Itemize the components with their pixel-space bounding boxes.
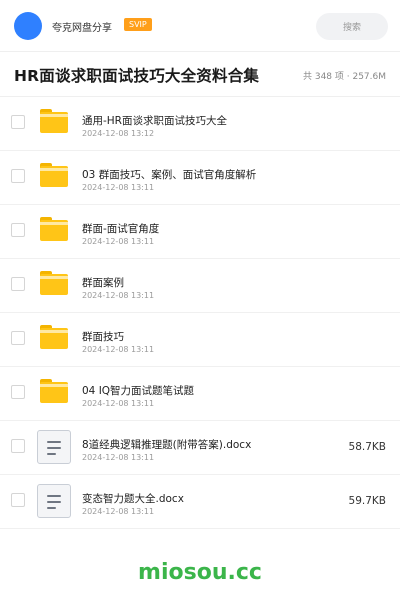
- file-name[interactable]: 通用-HR面谈求职面试技巧大全: [82, 113, 227, 128]
- file-row[interactable]: 群面-面试官角度 2024-12-08 13:11: [0, 205, 400, 259]
- file-name[interactable]: 群面-面试官角度: [82, 221, 159, 236]
- header-divider: [0, 51, 400, 52]
- folder-icon: [40, 163, 68, 187]
- watermark: miosou.cc: [138, 560, 262, 585]
- file-row[interactable]: 8道经典逻辑推理题(附带答案).docx 2024-12-08 13:11 58.7…: [0, 421, 400, 475]
- file-date: 2024-12-08 13:11: [82, 345, 155, 354]
- folder-icon: [40, 217, 68, 241]
- file-date: 2024-12-08 13:11: [82, 507, 155, 516]
- file-name[interactable]: 8道经典逻辑推理题(附带答案).docx: [82, 437, 251, 452]
- file-list: 通用-HR面谈求职面试技巧大全 2024-12-08 13:12 03 群面技巧、案…: [0, 97, 400, 529]
- file-date: 2024-12-08 13:11: [82, 291, 155, 300]
- file-name[interactable]: 群面技巧: [82, 329, 124, 344]
- row-checkbox[interactable]: [11, 223, 25, 237]
- file-date: 2024-12-08 13:11: [82, 399, 155, 408]
- file-row[interactable]: 群面技巧 2024-12-08 13:11: [0, 313, 400, 367]
- file-size: 58.7KB: [348, 441, 386, 453]
- user-name[interactable]: 夸克网盘分享: [52, 19, 112, 34]
- file-size: 59.7KB: [348, 495, 386, 507]
- folder-icon: [40, 271, 68, 295]
- folder-icon: [40, 379, 68, 403]
- row-checkbox[interactable]: [11, 493, 25, 507]
- file-row[interactable]: 通用-HR面谈求职面试技巧大全 2024-12-08 13:12: [0, 97, 400, 151]
- folder-icon: [40, 325, 68, 349]
- file-row[interactable]: 04 IQ智力面试题笔试题 2024-12-08 13:11: [0, 367, 400, 421]
- file-name[interactable]: 03 群面技巧、案例、面试官角度解析: [82, 167, 256, 182]
- top-bar: 夸克网盘分享 SVIP 搜索: [0, 0, 400, 52]
- file-name[interactable]: 04 IQ智力面试题笔试题: [82, 383, 194, 398]
- document-icon: [37, 430, 71, 464]
- search-button[interactable]: 搜索: [316, 13, 388, 40]
- svip-badge: SVIP: [124, 18, 152, 31]
- avatar[interactable]: [14, 12, 42, 40]
- share-meta: 共 348 项 · 257.6M: [302, 72, 386, 82]
- file-date: 2024-12-08 13:12: [82, 129, 155, 138]
- file-name[interactable]: 变态智力题大全.docx: [82, 491, 184, 506]
- row-checkbox[interactable]: [11, 331, 25, 345]
- row-checkbox[interactable]: [11, 385, 25, 399]
- file-name[interactable]: 群面案例: [82, 275, 124, 290]
- row-checkbox[interactable]: [11, 439, 25, 453]
- row-checkbox[interactable]: [11, 277, 25, 291]
- share-title: HR面谈求职面试技巧大全资料合集: [14, 67, 260, 85]
- file-row[interactable]: 03 群面技巧、案例、面试官角度解析 2024-12-08 13:11: [0, 151, 400, 205]
- row-checkbox[interactable]: [11, 115, 25, 129]
- file-date: 2024-12-08 13:11: [82, 453, 155, 462]
- file-row[interactable]: 变态智力题大全.docx 2024-12-08 13:11 59.7KB: [0, 475, 400, 529]
- document-icon: [37, 484, 71, 518]
- file-date: 2024-12-08 13:11: [82, 183, 155, 192]
- file-row[interactable]: 群面案例 2024-12-08 13:11: [0, 259, 400, 313]
- folder-icon: [40, 109, 68, 133]
- row-checkbox[interactable]: [11, 169, 25, 183]
- file-date: 2024-12-08 13:11: [82, 237, 155, 246]
